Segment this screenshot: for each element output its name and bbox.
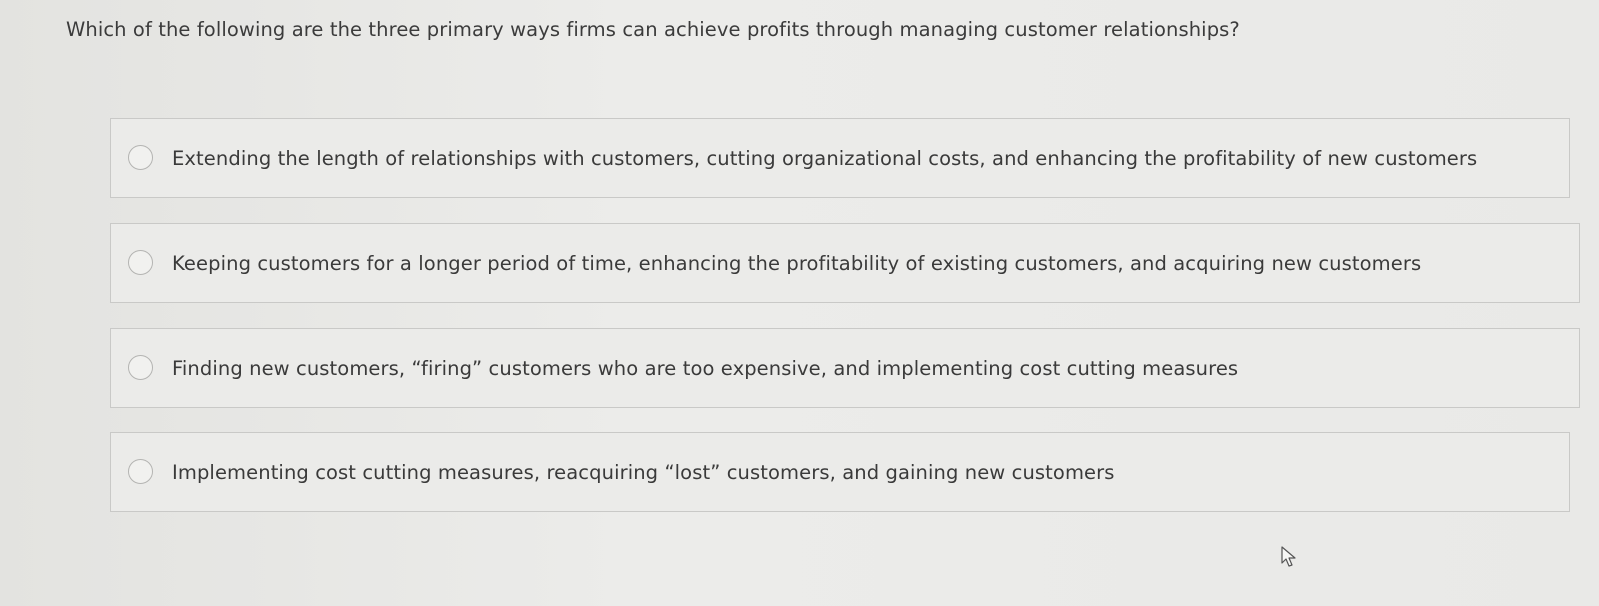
answer-option-label: Finding new customers, “firing” customer…	[172, 357, 1239, 380]
mouse-pointer-icon	[1281, 546, 1296, 567]
radio-empty-icon[interactable]	[128, 355, 153, 380]
answer-option-3[interactable]: Finding new customers, “firing” customer…	[110, 328, 1580, 408]
question-text: Which of the following are the three pri…	[66, 18, 1240, 41]
answer-option-1[interactable]: Extending the length of relationships wi…	[110, 118, 1570, 198]
answer-option-label: Keeping customers for a longer period of…	[172, 252, 1422, 275]
answer-option-4[interactable]: Implementing cost cutting measures, reac…	[110, 432, 1570, 512]
radio-empty-icon[interactable]	[128, 250, 153, 275]
radio-empty-icon[interactable]	[128, 145, 153, 170]
answer-option-label: Extending the length of relationships wi…	[172, 147, 1478, 170]
radio-empty-icon[interactable]	[128, 459, 153, 484]
answer-option-2[interactable]: Keeping customers for a longer period of…	[110, 223, 1580, 303]
answer-option-label: Implementing cost cutting measures, reac…	[172, 461, 1115, 484]
